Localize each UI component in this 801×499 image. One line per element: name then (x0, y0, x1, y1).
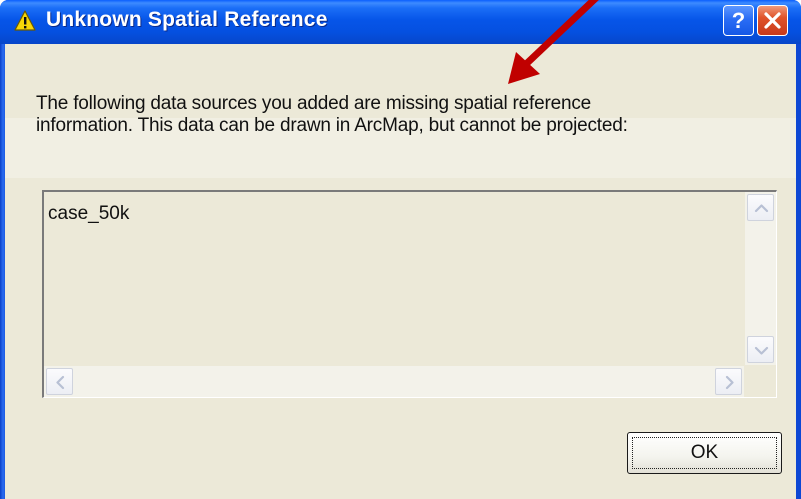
scrollbar-corner (745, 366, 776, 397)
data-sources-list[interactable]: case_50k (42, 190, 777, 398)
scroll-right-button[interactable] (715, 368, 742, 395)
horizontal-scrollbar[interactable] (44, 366, 744, 397)
ok-button-label: OK (690, 442, 719, 463)
screenshot: Unknown Spatial Reference ? The followin… (0, 0, 801, 499)
close-button[interactable] (757, 5, 788, 36)
dialog-body: The following data sources you added are… (5, 44, 796, 499)
ok-button[interactable]: OK (627, 432, 782, 474)
message-line-1: The following data sources you added are… (36, 93, 592, 114)
scroll-left-button[interactable] (46, 368, 73, 395)
title-bar[interactable]: Unknown Spatial Reference ? (0, 0, 801, 44)
message-line-2: information. This data can be drawn in A… (36, 115, 628, 136)
help-button[interactable]: ? (723, 5, 754, 36)
warning-icon (14, 10, 36, 32)
scroll-up-button[interactable] (747, 194, 774, 221)
scroll-down-button[interactable] (747, 336, 774, 363)
message-text: The following data sources you added are… (36, 93, 776, 137)
dialog-window: Unknown Spatial Reference ? The followin… (0, 0, 801, 499)
help-icon: ? (731, 8, 746, 33)
list-item[interactable]: case_50k (48, 203, 129, 225)
vertical-scrollbar[interactable] (745, 192, 776, 365)
dialog-title: Unknown Spatial Reference (46, 8, 328, 31)
